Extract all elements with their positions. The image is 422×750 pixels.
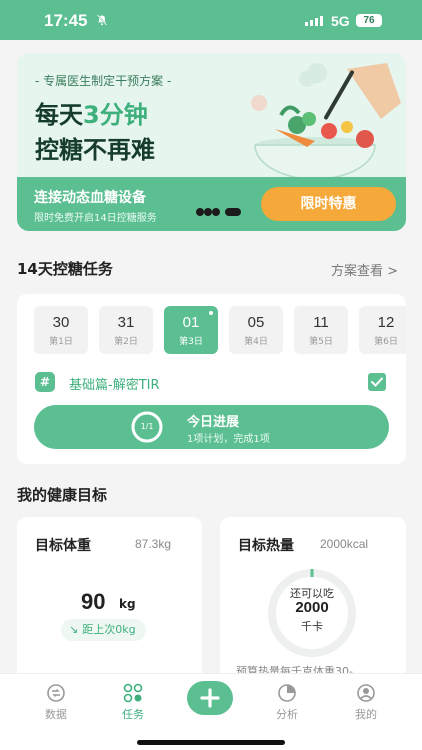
progress-subtitle: 1项计划，完成1项 <box>187 434 270 445</box>
analysis-icon <box>278 684 296 702</box>
status-bar: 17:45 5G 76 <box>0 0 422 40</box>
network-label: 5G <box>331 13 350 29</box>
weight-goal-card[interactable]: 目标体重 87.3kg 90 kg ↘ 距上次0kg <box>17 517 202 692</box>
home-indicator <box>137 740 285 745</box>
calorie-value: 2000kcal <box>320 537 369 551</box>
tab-profile[interactable]: 我的 <box>336 682 396 722</box>
battery-icon: 76 <box>356 14 382 27</box>
view-plan-link[interactable]: 方案查看 > <box>331 260 398 279</box>
tab-data[interactable]: 数据 <box>26 682 86 722</box>
banner-headline: 每天3分钟 <box>35 101 148 129</box>
add-button[interactable] <box>187 681 233 715</box>
mute-bell-icon <box>96 14 108 26</box>
weight-goal-title: 目标体重 <box>35 538 91 554</box>
day-chip[interactable]: 12 第6日 <box>359 306 406 354</box>
calorie-goal-title: 目标热量 <box>238 538 294 554</box>
day-chip-active[interactable]: 01 第3日 <box>164 306 218 354</box>
banner-headline-2: 控糖不再难 <box>35 136 155 164</box>
progress-title: 今日进展 <box>187 415 240 430</box>
calorie-goal-card[interactable]: 目标热量 2000kcal 还可以吃 2000 千卡 预算热量每千克体重30- <box>220 517 406 692</box>
weight-target: 90 <box>81 589 106 614</box>
day-chip[interactable]: 05 第4日 <box>229 306 283 354</box>
banner-subtitle: - 专属医生制定干预方案 - <box>35 74 172 88</box>
data-icon <box>47 684 65 702</box>
day-chip[interactable]: 31 第2日 <box>99 306 153 354</box>
weight-current: 87.3kg <box>135 537 172 551</box>
hash-icon: # <box>35 372 55 392</box>
tasks-title: 14天控糖任务 <box>17 260 113 278</box>
status-time: 17:45 <box>44 11 88 30</box>
weight-unit: kg <box>119 597 136 611</box>
arrow-down-right-icon: ↘ <box>69 623 79 636</box>
signal-icon <box>305 16 323 26</box>
today-progress-button[interactable]: 1/1 今日进展 1项计划，完成1项 <box>34 405 389 449</box>
goals-title: 我的健康目标 <box>17 486 108 504</box>
device-strip: 连接动态血糖设备 限时免费开启14日控糖服务 限时特惠 <box>17 177 406 231</box>
tab-analysis[interactable]: 分析 <box>257 682 317 722</box>
checkbox-checked-icon[interactable] <box>368 373 386 391</box>
progress-ring-text: 1/1 <box>140 422 154 431</box>
salad-bowl-illustration <box>251 63 401 179</box>
calorie-remaining-value: 2000 <box>295 599 329 616</box>
limited-offer-button[interactable]: 限时特惠 <box>261 187 396 221</box>
task-topic[interactable]: 基础篇-解密TIR <box>69 374 160 393</box>
strip-title: 连接动态血糖设备 <box>34 190 146 206</box>
tab-tasks[interactable]: 任务 <box>103 682 163 722</box>
day-chip[interactable]: 30 第1日 <box>34 306 88 354</box>
profile-icon <box>357 684 375 702</box>
plus-icon <box>200 688 220 708</box>
redaction-mark <box>196 208 241 216</box>
day-chip[interactable]: 11 第5日 <box>294 306 348 354</box>
task-card: 30 第1日 31 第2日 01 第3日 05 第4日 11 第5日 12 第6日 # 基础… <box>17 294 406 464</box>
calorie-unit: 千卡 <box>301 620 323 633</box>
strip-subtitle: 限时免费开启14日控糖服务 <box>34 213 157 224</box>
weight-delta-badge: ↘ 距上次0kg <box>61 619 146 641</box>
task-icon <box>123 683 143 703</box>
promo-banner[interactable]: - 专属医生制定干预方案 - 每天3分钟 控糖不再难 连接动态血糖设备 限时免费… <box>17 53 406 231</box>
tab-bar: 数据 任务 分析 我的 <box>0 673 422 750</box>
